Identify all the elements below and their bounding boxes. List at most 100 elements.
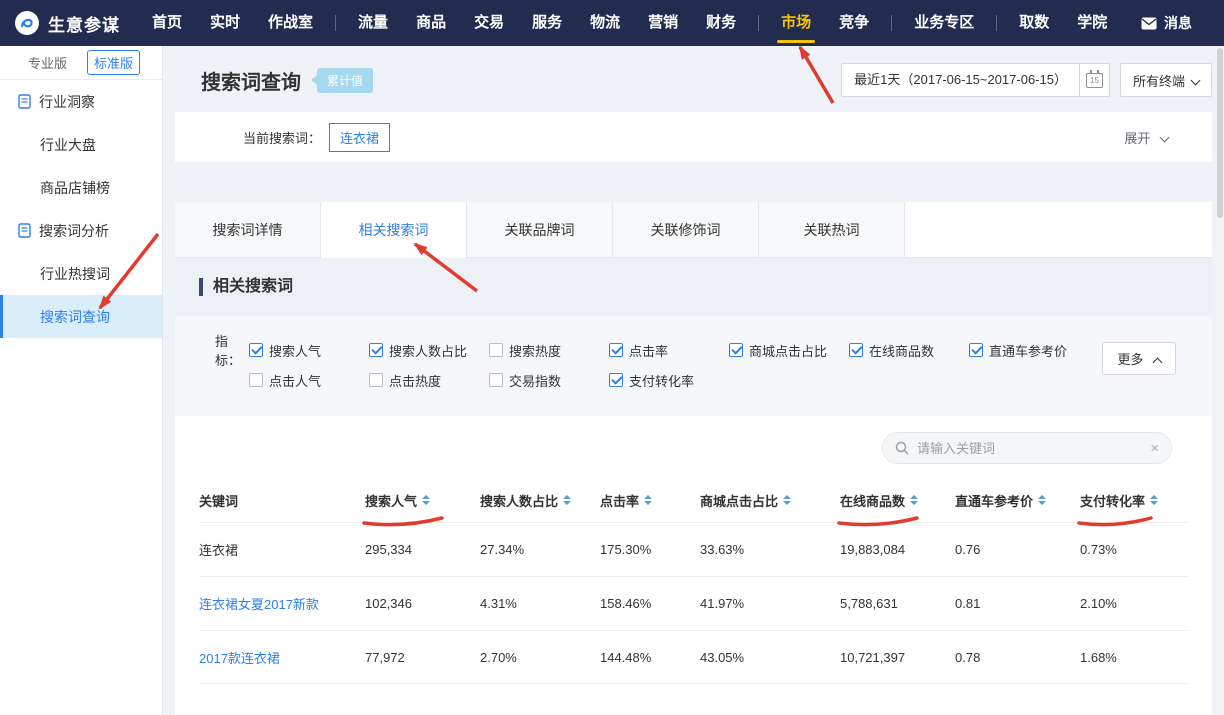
metric-searcher-ratio[interactable]: 搜索人数占比 <box>369 341 489 360</box>
tab-related-brand-words[interactable]: 关联品牌词 <box>467 202 613 258</box>
sidebar-item-industry-hot-words[interactable]: 行业热搜词 <box>0 252 162 295</box>
metric-label: 点击人气 <box>269 371 321 390</box>
calendar-button[interactable]: 15 <box>1079 64 1109 96</box>
tab-related-search-words[interactable]: 相关搜索词 <box>321 202 467 258</box>
nav-item-academy[interactable]: 学院 <box>1063 0 1121 46</box>
checkbox[interactable] <box>609 343 623 357</box>
column-header-search-popularity[interactable]: 搜索人气 <box>365 491 480 510</box>
nav-item-service[interactable]: 服务 <box>518 0 576 46</box>
nav-item-logistics[interactable]: 物流 <box>576 0 634 46</box>
column-label: 点击率 <box>600 491 639 510</box>
nav-item-traffic[interactable]: 流量 <box>344 0 402 46</box>
metric-search-heat[interactable]: 搜索热度 <box>489 341 609 360</box>
sidebar-item-search-word-query[interactable]: 搜索词查询 <box>0 295 162 338</box>
more-button[interactable]: 更多 <box>1102 342 1176 375</box>
checkbox[interactable] <box>849 343 863 357</box>
nav-item-realtime[interactable]: 实时 <box>196 0 254 46</box>
cell-ztc-reference-price: 0.76 <box>955 542 1080 557</box>
cell-search-popularity: 102,346 <box>365 596 480 611</box>
nav-item-warroom[interactable]: 作战室 <box>254 0 327 46</box>
cell-search-popularity: 77,972 <box>365 650 480 665</box>
nav-item-market[interactable]: 市场 <box>767 0 825 46</box>
sort-icon[interactable] <box>910 495 918 505</box>
checkbox[interactable] <box>249 343 263 357</box>
sidebar-item-industry-overview[interactable]: 行业大盘 <box>0 123 162 166</box>
nav-item-data-fetch[interactable]: 取数 <box>1005 0 1063 46</box>
nav-item-business-zone[interactable]: 业务专区 <box>900 0 988 46</box>
sort-icon[interactable] <box>783 495 791 505</box>
checkbox[interactable] <box>369 343 383 357</box>
checkbox[interactable] <box>489 373 503 387</box>
scrollbar-thumb[interactable] <box>1217 48 1223 218</box>
column-header-keyword: 关键词 <box>199 491 365 510</box>
table-header-row: 关键词 搜索人气 搜索人数占比 点击率 <box>199 478 1188 522</box>
nav-item-marketing[interactable]: 营销 <box>634 0 692 46</box>
content-panel: 搜索词详情 相关搜索词 关联品牌词 关联修饰词 关联热词 相关搜索词 指标： 搜… <box>175 202 1212 715</box>
clear-icon[interactable]: × <box>1150 441 1159 456</box>
metric-search-popularity[interactable]: 搜索人气 <box>249 341 369 360</box>
terminal-selector[interactable]: 所有终端 <box>1120 63 1212 97</box>
column-header-ztc-reference-price[interactable]: 直通车参考价 <box>955 491 1080 510</box>
column-header-searcher-ratio[interactable]: 搜索人数占比 <box>480 491 600 510</box>
metric-trade-index[interactable]: 交易指数 <box>489 371 609 390</box>
current-keyword-tag[interactable]: 连衣裙 <box>329 123 390 152</box>
expand-link[interactable]: 展开 <box>1124 128 1168 147</box>
current-search-panel: 当前搜索词： 连衣裙 展开 <box>175 112 1212 162</box>
sort-icon[interactable] <box>422 495 430 505</box>
version-tab-pro[interactable]: 专业版 <box>22 51 73 74</box>
metric-click-rate[interactable]: 点击率 <box>609 341 729 360</box>
metric-ztc-reference-price[interactable]: 直通车参考价 <box>969 341 1089 360</box>
nav-item-finance[interactable]: 财务 <box>692 0 750 46</box>
date-range-picker[interactable]: 最近1天（2017-06-15~2017-06-15） 15 <box>841 63 1110 97</box>
vertical-scrollbar[interactable] <box>1216 46 1224 715</box>
checkbox[interactable] <box>729 343 743 357</box>
sidebar-item-search-word-analysis[interactable]: 搜索词分析 <box>0 209 162 252</box>
tab-related-modifier-words[interactable]: 关联修饰词 <box>613 202 759 258</box>
metric-online-products[interactable]: 在线商品数 <box>849 341 969 360</box>
column-header-online-products[interactable]: 在线商品数 <box>840 491 955 510</box>
metric-click-popularity[interactable]: 点击人气 <box>249 371 369 390</box>
checkbox[interactable] <box>489 343 503 357</box>
cell-mall-click-ratio: 43.05% <box>700 650 840 665</box>
metric-payment-conversion[interactable]: 支付转化率 <box>609 371 729 390</box>
results-table: 关键词 搜索人气 搜索人数占比 点击率 <box>175 478 1212 684</box>
cell-keyword-link[interactable]: 连衣裙女夏2017新款 <box>199 594 365 613</box>
column-label: 支付转化率 <box>1080 491 1145 510</box>
column-header-mall-click-ratio[interactable]: 商城点击占比 <box>700 491 840 510</box>
metric-label: 交易指数 <box>509 371 561 390</box>
sort-icon[interactable] <box>1150 495 1158 505</box>
checkbox[interactable] <box>609 373 623 387</box>
metric-label: 支付转化率 <box>629 371 694 390</box>
checkbox[interactable] <box>369 373 383 387</box>
column-header-click-rate[interactable]: 点击率 <box>600 491 700 510</box>
tab-search-word-detail[interactable]: 搜索词详情 <box>175 202 321 258</box>
checkbox[interactable] <box>969 343 983 357</box>
sort-icon[interactable] <box>1038 495 1046 505</box>
table-section: × 关键词 搜索人气 搜索人数占比 <box>175 416 1212 715</box>
brand[interactable]: 生意参谋 <box>14 10 120 36</box>
version-tab-standard[interactable]: 标准版 <box>87 50 140 75</box>
metric-click-heat[interactable]: 点击热度 <box>369 371 489 390</box>
expand-label: 展开 <box>1124 131 1150 146</box>
keyword-search-box[interactable]: × <box>882 432 1172 464</box>
nav-item-home[interactable]: 首页 <box>138 0 196 46</box>
cell-click-rate: 175.30% <box>600 542 700 557</box>
section-band: 相关搜索词 <box>175 258 1212 316</box>
tabs-filler <box>905 202 1212 258</box>
column-header-payment-conversion[interactable]: 支付转化率 <box>1080 491 1188 510</box>
nav-item-trade[interactable]: 交易 <box>460 0 518 46</box>
sidebar-item-industry-insight[interactable]: 行业洞察 <box>0 80 162 123</box>
page-title-wrap: 搜索词查询 累计值 <box>175 66 373 95</box>
messages-button[interactable]: 消息 <box>1141 13 1210 33</box>
cell-keyword-link[interactable]: 2017款连衣裙 <box>199 648 365 667</box>
nav-item-product[interactable]: 商品 <box>402 0 460 46</box>
metric-mall-click-ratio[interactable]: 商城点击占比 <box>729 341 849 360</box>
nav-item-competition[interactable]: 竞争 <box>825 0 883 46</box>
tab-related-hot-words[interactable]: 关联热词 <box>759 202 905 258</box>
sidebar-item-product-shop-rank[interactable]: 商品店铺榜 <box>0 166 162 209</box>
keyword-search-input[interactable] <box>917 441 1142 456</box>
checkbox[interactable] <box>249 373 263 387</box>
sort-icon[interactable] <box>563 495 571 505</box>
sort-icon[interactable] <box>644 495 652 505</box>
message-icon <box>1141 17 1157 30</box>
